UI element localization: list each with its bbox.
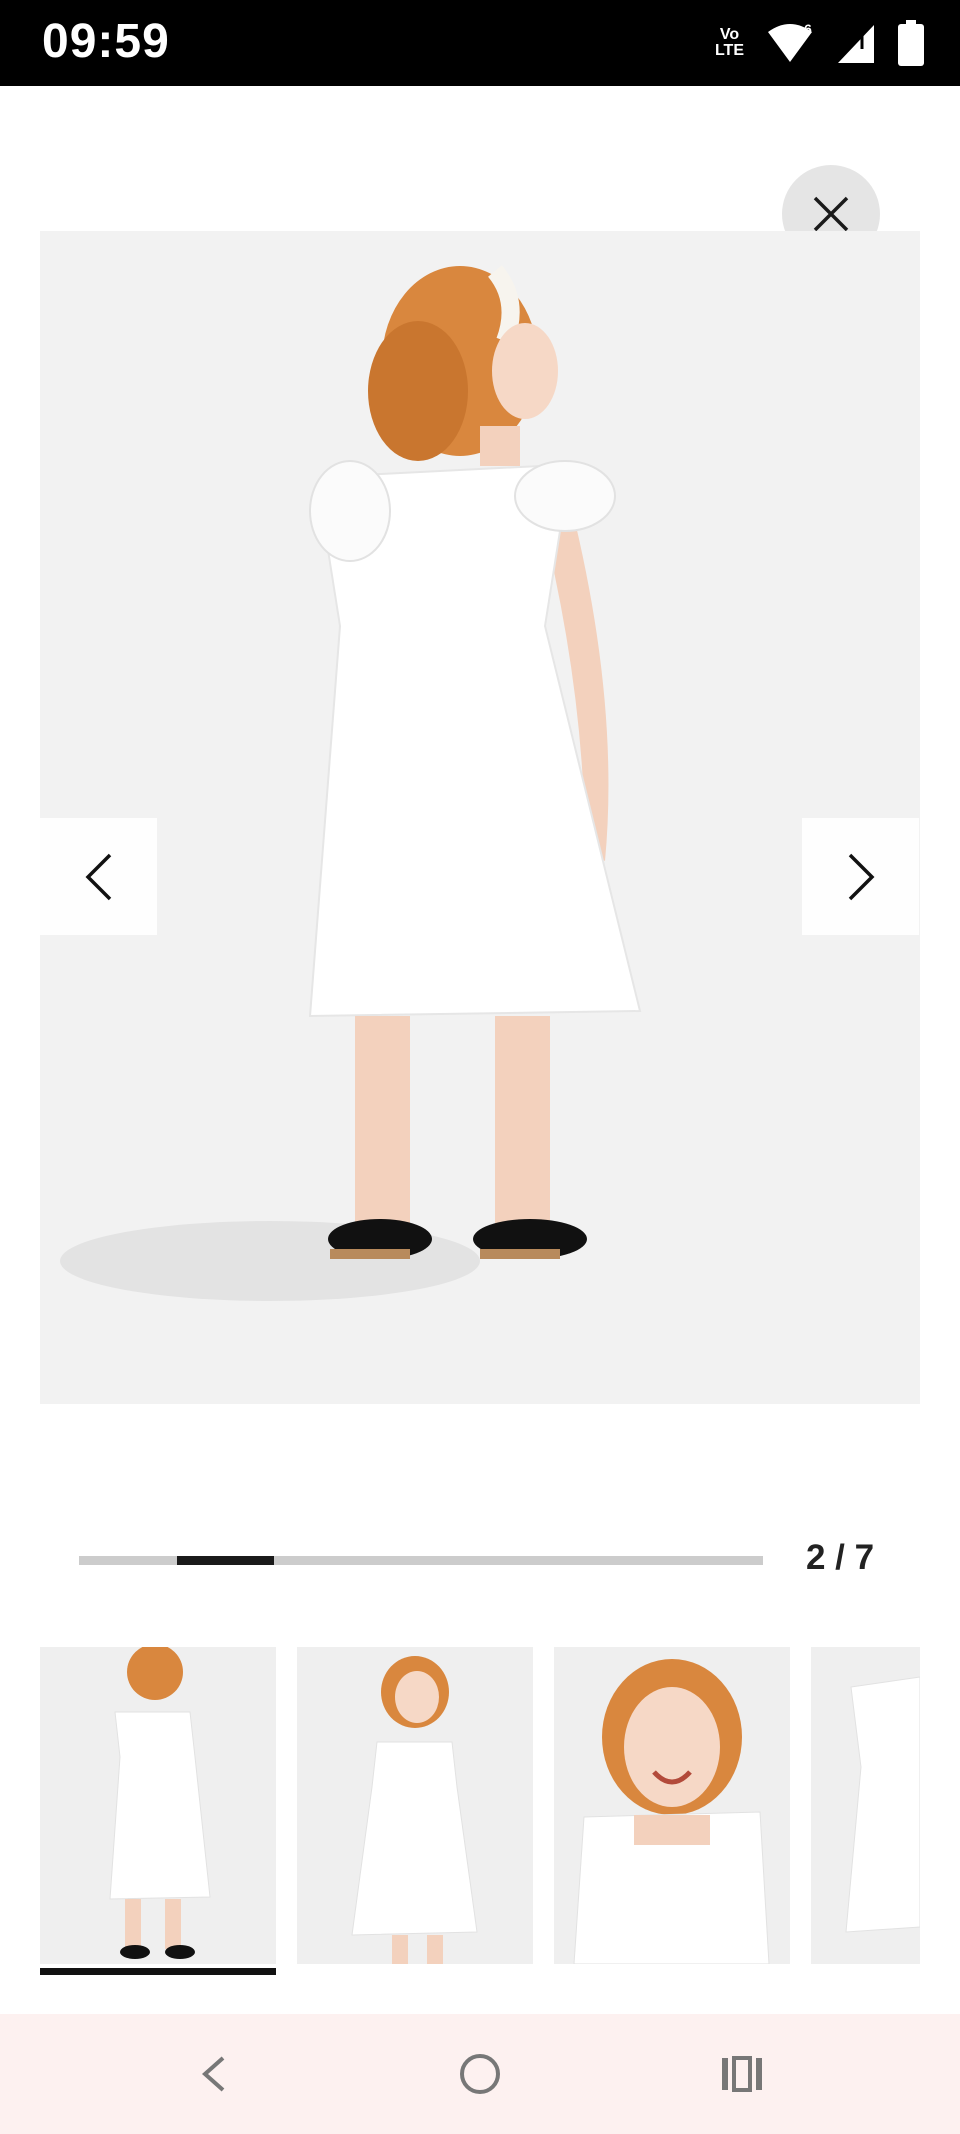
volte-icon: Vo LTE: [714, 26, 744, 59]
back-icon: [201, 2056, 225, 2092]
nav-recents-button[interactable]: [700, 2032, 784, 2116]
image-progress-track: [79, 1556, 763, 1565]
main-product-image[interactable]: [40, 231, 920, 1404]
status-time: 09:59: [42, 15, 170, 68]
thumbnail-4[interactable]: [811, 1647, 920, 1964]
status-bar: 09:59 Vo LTE 6: [0, 0, 960, 86]
system-nav-bar: [0, 2014, 960, 2134]
thumbnail-front-closeup: [573, 1659, 770, 1964]
image-counter: 2 / 7: [805, 1538, 875, 1577]
thumbnail-3[interactable]: [554, 1647, 790, 1964]
image-progress-fill: [176, 1556, 275, 1565]
selected-thumbnail-indicator: [40, 1968, 276, 1975]
close-icon: [813, 196, 849, 232]
thumbnail-1[interactable]: [40, 1647, 276, 1964]
thumbnail-dress-detail: [845, 1676, 920, 1933]
battery-icon: [898, 20, 924, 66]
status-icons: Vo LTE 6: [715, 18, 924, 68]
thumbnail-2[interactable]: [297, 1647, 533, 1964]
chevron-left-icon: [85, 853, 111, 900]
previous-image-button[interactable]: [40, 818, 157, 935]
thumbnail-back-view: [109, 1647, 211, 1959]
nav-back-button[interactable]: [172, 2032, 256, 2116]
cell-signal-icon: [838, 25, 874, 63]
thumbnail-side-view: [351, 1656, 478, 1964]
girl-dress-back-view: [60, 265, 642, 1301]
svg-text:6: 6: [804, 22, 812, 37]
home-icon: [460, 2054, 500, 2094]
chevron-right-icon: [848, 853, 874, 900]
recents-icon: [722, 2056, 762, 2092]
next-image-button[interactable]: [802, 818, 919, 935]
nav-home-button[interactable]: [438, 2032, 522, 2116]
wifi-icon: 6: [768, 22, 812, 62]
